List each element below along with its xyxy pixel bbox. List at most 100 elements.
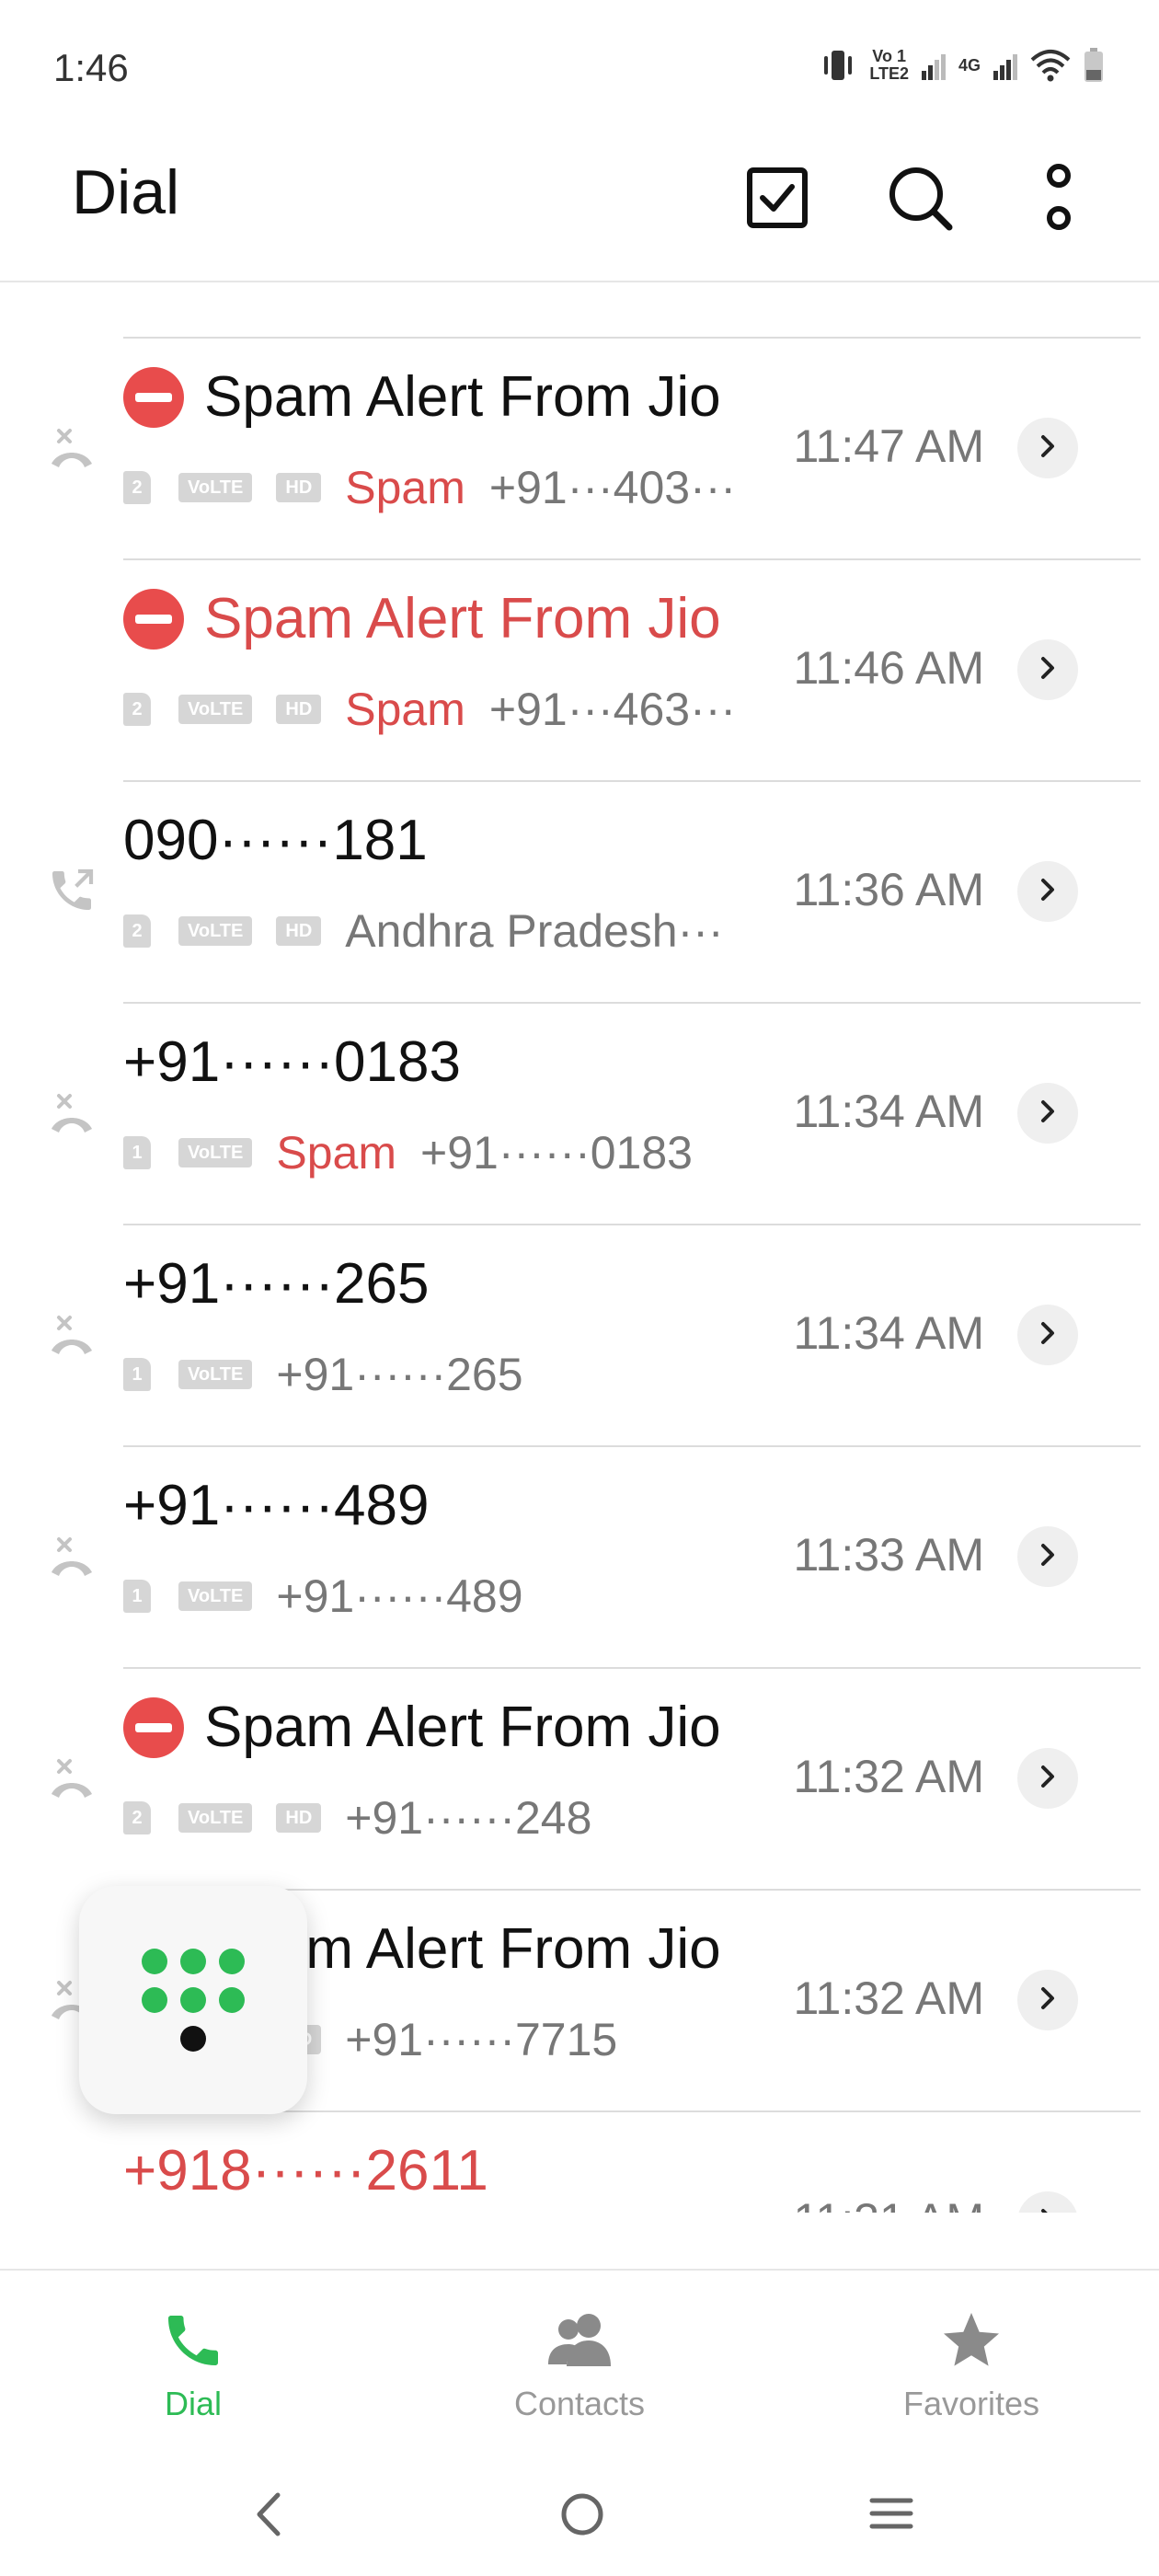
volte-badge: VoLTE — [178, 1360, 253, 1389]
call-meta: 2 VoLTE HD Andhra Pradesh··· — [123, 904, 724, 958]
battery-icon — [1084, 48, 1103, 82]
sim2-network-label: 4G — [958, 55, 981, 75]
page-title: Dial — [72, 157, 180, 227]
volte-badge: VoLTE — [178, 1803, 253, 1833]
spam-label: Spam — [345, 462, 465, 513]
spam-label: Spam — [276, 1127, 396, 1179]
home-icon[interactable] — [559, 2491, 605, 2537]
call-log-row[interactable]: +91······489 1 VoLTE +91······489 11:33 AM — [0, 1447, 1159, 1669]
call-log-row[interactable]: +918······2611 11:31 AM — [0, 2112, 1159, 2213]
chevron-right-icon — [1037, 432, 1059, 465]
call-time: 11:32 AM — [793, 1751, 984, 1802]
missed-call-icon — [46, 1087, 98, 1138]
caller-name: Spam Alert From Jio — [123, 586, 721, 651]
nav-dial[interactable]: Dial — [55, 2307, 331, 2423]
call-detail: +91···403··· — [488, 462, 737, 513]
vibrate-icon — [824, 51, 853, 80]
call-detail: Andhra Pradesh··· — [345, 905, 724, 957]
nav-favorites[interactable]: Favorites — [833, 2307, 1109, 2423]
chevron-right-icon — [1037, 1763, 1059, 1795]
system-nav-bar — [0, 2453, 1159, 2576]
hd-badge: HD — [276, 695, 322, 724]
call-time: 11:33 AM — [793, 1529, 984, 1581]
call-log-row[interactable]: Spam Alert From Jio 2 VoLTE HD +91······248 1… — [0, 1669, 1159, 1891]
hd-badge: HD — [276, 1803, 322, 1833]
nav-dial-label: Dial — [164, 2385, 222, 2422]
call-details-button[interactable] — [1017, 1305, 1078, 1365]
call-details-button[interactable] — [1017, 1083, 1078, 1144]
call-detail: +91······248 — [345, 1792, 592, 1844]
select-icon — [747, 167, 808, 228]
chevron-right-icon — [1037, 654, 1059, 686]
nav-contacts-label: Contacts — [513, 2385, 646, 2422]
signal-bars-icon — [993, 54, 1017, 80]
call-meta: 1 VoLTE +91······489 — [123, 1570, 523, 1623]
sim-slot-badge: 2 — [123, 471, 151, 504]
call-meta: 2 VoLTE HD Spam +91···463··· — [123, 683, 736, 736]
back-icon[interactable] — [250, 2491, 287, 2537]
more-icon — [1047, 164, 1071, 230]
app-bar: Dial — [0, 138, 1159, 282]
call-detail: +91······0183 — [420, 1127, 693, 1179]
call-meta: 2 VoLTE HD Spam +91···403··· — [123, 461, 736, 514]
contacts-icon — [548, 2314, 611, 2366]
call-meta: 2 VoLTE HD +91······248 — [123, 1791, 591, 1845]
caller-name: 090······181 — [123, 809, 428, 872]
sim-slot-badge: 2 — [123, 914, 151, 948]
search-icon — [889, 167, 953, 231]
nav-contacts[interactable]: Contacts — [442, 2307, 717, 2423]
volte-badge: VoLTE — [178, 1581, 253, 1611]
search-button[interactable] — [878, 156, 961, 239]
call-detail: +91······265 — [276, 1349, 523, 1400]
call-time: 11:36 AM — [793, 864, 984, 915]
missed-call-icon — [46, 1530, 98, 1581]
call-time: 11:46 AM — [793, 642, 984, 694]
call-details-button[interactable] — [1017, 639, 1078, 700]
spam-block-icon — [123, 1696, 184, 1758]
call-details-button[interactable] — [1017, 1748, 1078, 1809]
call-details-button[interactable] — [1017, 418, 1078, 478]
volte-badge: VoLTE — [178, 695, 253, 724]
call-details-button[interactable] — [1017, 861, 1078, 922]
call-meta: 1 VoLTE Spam +91······0183 — [123, 1126, 693, 1179]
recents-icon[interactable] — [868, 2495, 914, 2532]
select-button[interactable] — [736, 156, 819, 239]
call-log-row[interactable]: +91······265 1 VoLTE +91······265 11:34 AM — [0, 1225, 1159, 1447]
outgoing-call-icon — [46, 865, 98, 916]
sim-slot-badge: 1 — [123, 1358, 151, 1391]
call-details-button[interactable] — [1017, 2191, 1078, 2213]
sim-slot-badge: 1 — [123, 1136, 151, 1169]
missed-call-icon — [46, 1308, 98, 1360]
chevron-right-icon — [1037, 1098, 1059, 1130]
chevron-right-icon — [1037, 876, 1059, 908]
dialpad-button[interactable] — [79, 1886, 307, 2114]
caller-name: Spam Alert From Jio — [123, 1695, 721, 1760]
sim-slot-badge: 2 — [123, 693, 151, 726]
missed-call-icon — [46, 1752, 98, 1803]
sim-slot-badge: 1 — [123, 1580, 151, 1613]
chevron-right-icon — [1037, 1541, 1059, 1573]
spam-label: Spam — [345, 684, 465, 735]
call-log-row[interactable]: 090······181 2 VoLTE HD Andhra Pradesh··· 11:… — [0, 782, 1159, 1004]
bottom-nav: Dial Contacts Favorites — [0, 2269, 1159, 2455]
call-details-button[interactable] — [1017, 1970, 1078, 2030]
call-log-row[interactable]: +91······0183 1 VoLTE Spam +91······0183 11:3… — [0, 1004, 1159, 1225]
missed-call-icon — [46, 421, 98, 473]
call-time: 11:32 AM — [793, 1972, 984, 2024]
chevron-right-icon — [1037, 1319, 1059, 1351]
hd-badge: HD — [276, 916, 322, 946]
call-detail: +91······489 — [276, 1570, 523, 1622]
signal-bars-icon — [921, 54, 946, 80]
call-time: 11:47 AM — [793, 420, 984, 472]
call-details-button[interactable] — [1017, 1526, 1078, 1587]
caller-name: +91······265 — [123, 1252, 430, 1316]
spam-block-icon — [123, 588, 184, 650]
call-time: 11:34 AM — [793, 1307, 984, 1359]
call-log-row[interactable]: Spam Alert From Jio 2 VoLTE HD Spam +91···403… — [0, 339, 1159, 560]
call-detail: +91······7715 — [345, 2014, 618, 2065]
call-time: 11:34 AM — [793, 1086, 984, 1137]
call-log-row[interactable]: Spam Alert From Jio 2 VoLTE HD Spam +91···463… — [0, 560, 1159, 782]
more-button[interactable] — [1017, 156, 1100, 239]
hd-badge: HD — [276, 473, 322, 502]
volte-badge: VoLTE — [178, 916, 253, 946]
